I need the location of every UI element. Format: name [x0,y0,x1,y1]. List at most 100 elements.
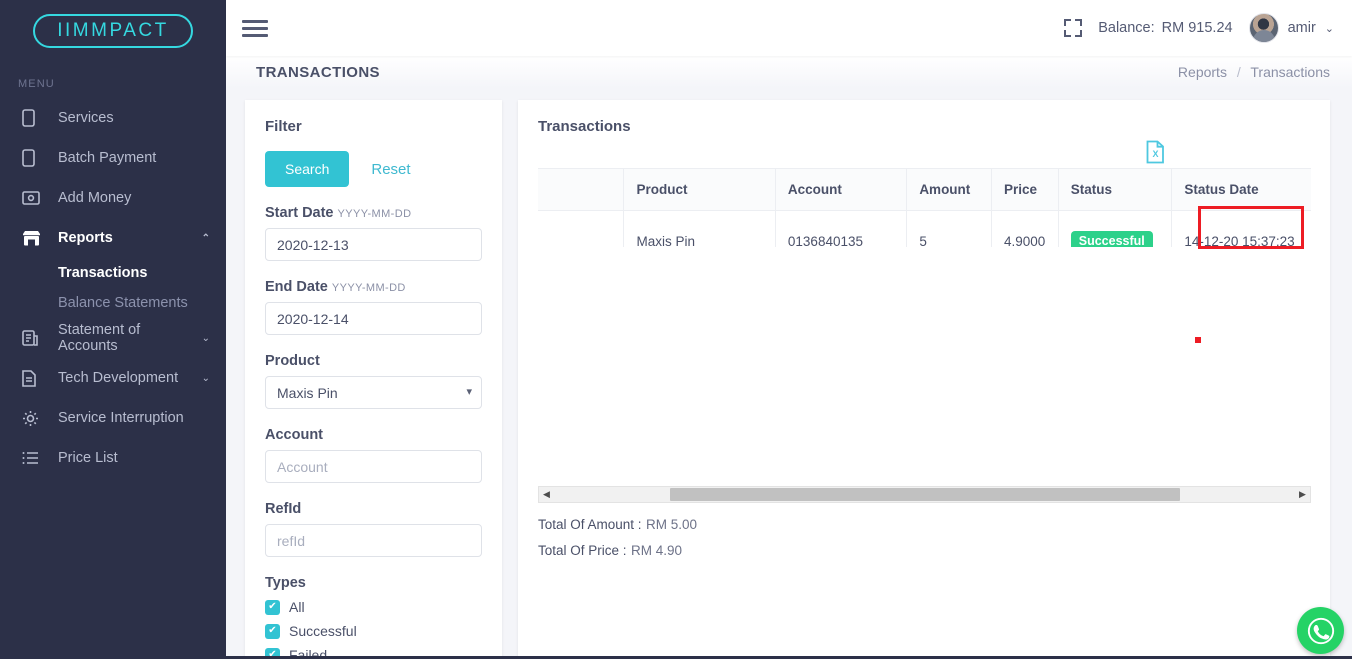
filter-title: Filter [265,118,302,135]
svg-text:X: X [1152,149,1158,159]
table-horizontal-scrollbar[interactable]: ◀ ▶ [538,486,1311,503]
total-price-label: Total Of Price : [538,543,627,558]
end-date-hint: YYYY-MM-DD [331,282,406,294]
sidebar-item-label: Price List [58,450,118,466]
sidebar-item-service-interruption[interactable]: Service Interruption [0,398,226,438]
cell-product: Maxis Pin [623,210,776,247]
cell-status-date: 14-12-20 15:37:23 [1171,210,1311,247]
col-header-status-date[interactable]: Status Date [1171,168,1311,211]
user-menu[interactable]: amir ⌄ [1248,13,1334,43]
sidebar-item-label: Reports [58,230,113,246]
sidebar-subitem-balance-statements[interactable]: Balance Statements [0,288,226,318]
product-select[interactable]: Maxis Pin [265,376,482,409]
product-select-wrapper: Maxis Pin ▾ [265,369,482,409]
type-checkbox-all-row: ✔ All [265,599,482,615]
excel-export-icon[interactable]: X [1146,140,1165,169]
breadcrumb-parent[interactable]: Reports [1178,64,1227,80]
topbar-right: Balance: RM 915.24 amir ⌄ [1064,13,1352,43]
col-header-status[interactable]: Status [1057,168,1173,211]
account-label: Account [265,427,323,443]
sidebar-item-statement-of-accounts[interactable]: Statement of Accounts ⌄ [0,318,226,358]
avatar [1248,13,1279,43]
sidebar-item-price-list[interactable]: Price List [0,438,226,478]
sidebar: IIMMPACT MENU Services Batch Payment Add… [0,0,226,656]
scroll-left-arrow[interactable]: ◀ [539,489,554,500]
whatsapp-button[interactable] [1297,607,1344,654]
breadcrumb-separator: / [1236,64,1241,80]
logo[interactable]: IIMMPACT [0,0,226,62]
table-row: 5:37:23 Maxis Pin 0136840135 5 4.9000 Su… [538,210,1311,247]
logo-text: IIMMPACT [33,14,193,48]
page-title: TRANSACTIONS [256,63,380,81]
checkbox-successful[interactable]: ✔ [265,623,280,639]
cell-account: 0136840135 [774,210,908,247]
red-marker-dot [1195,337,1201,343]
store-icon [22,228,44,248]
scrollbar-thumb[interactable] [670,488,1180,501]
end-date-label: End Date YYYY-MM-DD [265,279,482,295]
sidebar-item-label: Service Interruption [58,410,184,426]
sidebar-item-label: Services [58,110,114,126]
sidebar-item-tech-development[interactable]: Tech Development ⌄ [0,358,226,398]
start-date-label-text: Start Date [265,205,334,221]
total-amount-row: Total Of Amount : RM 5.00 [538,516,697,534]
username-label: amir [1287,20,1316,36]
sidebar-item-label: Add Money [58,190,132,206]
start-date-label: Start Date YYYY-MM-DD [265,205,482,221]
list-icon [22,448,44,468]
type-checkbox-successful-row: ✔ Successful [265,623,482,639]
start-date-input[interactable] [265,228,482,261]
sidebar-item-label: Tech Development [58,370,179,386]
fullscreen-icon[interactable] [1064,19,1083,37]
col-header-price[interactable]: Price [990,168,1059,211]
transactions-table: Product Account Amount Price Status Stat… [538,168,1311,247]
hamburger-menu-icon[interactable] [242,16,268,41]
cell-amount: 5 [906,210,992,247]
cell-price: 4.9000 [990,210,1059,247]
balance-label: Balance: [1098,20,1155,36]
col-header-time[interactable] [538,168,625,211]
sidebar-item-label: Statement of Accounts [58,322,141,354]
cell-time: 5:37:23 [538,210,625,247]
chevron-down-icon: ⌄ [1324,22,1334,35]
filter-panel: Filter Search Reset Start Date YYYY-MM-D… [245,100,502,659]
total-price-row: Total Of Price : RM 4.90 [538,542,682,560]
file-list-icon [22,328,44,348]
filter-actions: Search Reset [265,151,482,187]
account-input[interactable] [265,450,482,483]
start-date-hint: YYYY-MM-DD [337,208,412,220]
total-amount-value: RM 5.00 [646,517,698,532]
transactions-title: Transactions [538,118,631,135]
refid-label: RefId [265,501,302,517]
scrollbar-track[interactable] [554,487,1295,502]
total-amount-label: Total Of Amount : [538,517,642,532]
sidebar-section-label: MENU [18,78,55,90]
sidebar-item-add-money[interactable]: Add Money [0,178,226,218]
reset-button[interactable]: Reset [371,161,410,178]
breadcrumb: Reports / Transactions [1178,64,1330,80]
table-header-row: Product Account Amount Price Status Stat… [538,168,1311,211]
gear-icon [22,408,44,428]
types-label: Types [265,575,306,591]
money-icon [22,188,44,208]
search-button[interactable]: Search [265,151,350,187]
col-header-amount[interactable]: Amount [906,168,992,211]
refid-input[interactable] [265,524,482,557]
chevron-down-icon: ⌄ [201,372,210,384]
document-icon [22,368,44,388]
breadcrumb-current: Transactions [1250,64,1330,80]
col-header-product[interactable]: Product [623,168,776,211]
col-header-account[interactable]: Account [774,168,908,211]
checkbox-all[interactable]: ✔ [265,599,280,615]
balance-value: RM 915.24 [1161,20,1233,36]
end-date-input[interactable] [265,302,482,335]
sidebar-item-services[interactable]: Services [0,98,226,138]
scroll-right-arrow[interactable]: ▶ [1295,489,1310,500]
product-label: Product [265,353,320,369]
whatsapp-icon [1307,617,1334,644]
sidebar-subitem-transactions[interactable]: Transactions [0,258,226,288]
sidebar-item-reports[interactable]: Reports ⌃ [0,218,226,258]
sidebar-item-batch-payment[interactable]: Batch Payment [0,138,226,178]
end-date-label-text: End Date [265,279,328,295]
page-header: TRANSACTIONS Reports / Transactions [226,56,1352,88]
